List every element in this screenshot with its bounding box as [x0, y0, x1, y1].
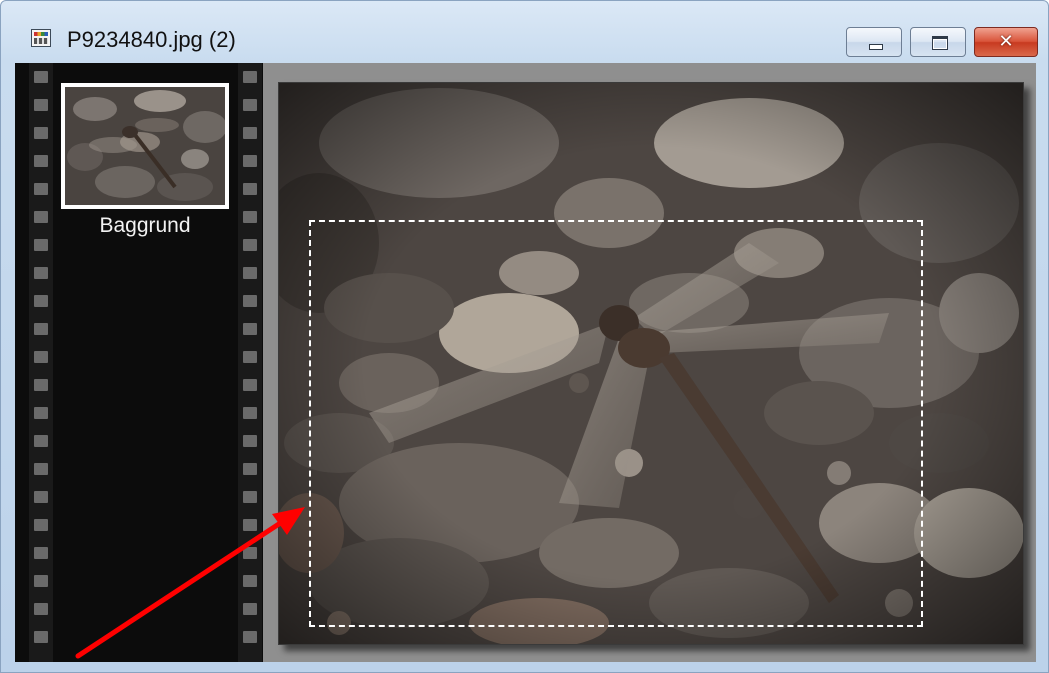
- dragonfly-photo: [279, 83, 1023, 644]
- maximize-button[interactable]: [910, 27, 966, 57]
- image-window: P9234840.jpg (2) ✕ Baggrund: [0, 0, 1049, 673]
- photo-canvas[interactable]: [278, 82, 1024, 645]
- film-perforation-right: [238, 63, 262, 662]
- minimize-button[interactable]: [846, 27, 902, 57]
- title-bar[interactable]: P9234840.jpg (2) ✕: [1, 1, 1048, 63]
- film-perforation-left: [29, 63, 53, 662]
- layers-panel: Baggrund: [15, 63, 263, 662]
- image-canvas-area[interactable]: [263, 63, 1036, 662]
- window-title: P9234840.jpg (2): [67, 27, 236, 52]
- minimize-icon: [869, 44, 883, 50]
- close-button[interactable]: ✕: [974, 27, 1038, 57]
- window-client-area: Baggrund: [15, 63, 1036, 662]
- close-icon: ✕: [998, 31, 1014, 52]
- layer-label[interactable]: Baggrund: [61, 214, 229, 238]
- maximize-icon: [932, 36, 948, 50]
- layer-thumbnail-baggrund[interactable]: [61, 83, 229, 209]
- image-document-icon: [31, 29, 51, 47]
- layer-thumbnail-image: [65, 87, 225, 205]
